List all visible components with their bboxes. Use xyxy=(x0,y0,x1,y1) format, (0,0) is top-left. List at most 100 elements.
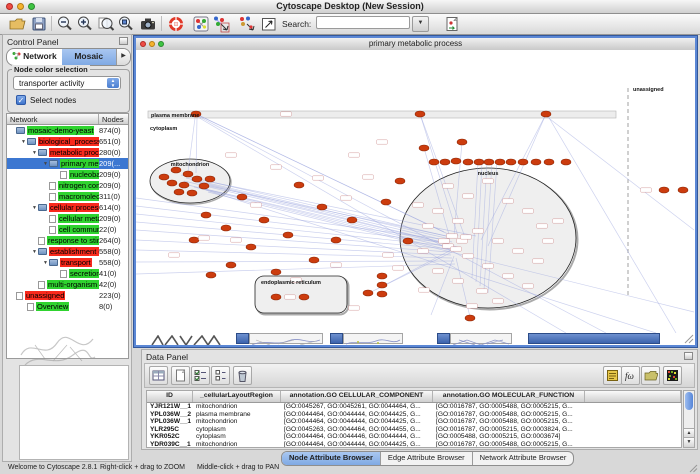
table-cell[interactable]: [GO:0045263, GO:0044464, GO:0044455, G..… xyxy=(281,426,433,434)
network-node[interactable] xyxy=(419,145,429,151)
network-node[interactable] xyxy=(174,189,184,195)
tree-row[interactable]: ▼biological_process651(0) xyxy=(7,136,128,147)
network-node[interactable] xyxy=(309,257,319,263)
tree-row[interactable]: macromolecule311(0) xyxy=(7,191,128,202)
network-node[interactable] xyxy=(159,174,169,180)
table-cell[interactable] xyxy=(585,411,681,419)
resize-grip-icon[interactable] xyxy=(689,464,698,473)
tree-expander-icon[interactable]: ▼ xyxy=(42,260,49,266)
table-row[interactable]: YPL036W__1mitochondrion[GO:0044464, GO:0… xyxy=(147,418,681,426)
table-cell[interactable]: plasma membrane xyxy=(193,411,281,419)
float-panel-icon[interactable] xyxy=(119,37,128,45)
network-node[interactable] xyxy=(495,159,505,165)
table-cell[interactable] xyxy=(585,418,681,426)
table-row[interactable]: YKR052Ccytoplasm[GO:0044464, GO:0044446,… xyxy=(147,433,681,441)
background-window-titlebar[interactable] xyxy=(528,333,660,344)
network-node[interactable] xyxy=(518,159,528,165)
network-node[interactable] xyxy=(484,159,494,165)
import-attributes-icon[interactable] xyxy=(443,15,461,33)
new-attribute-icon[interactable] xyxy=(171,366,190,385)
resize-grip-icon[interactable] xyxy=(684,334,694,344)
select-attributes-icon[interactable] xyxy=(191,366,210,385)
search-input[interactable] xyxy=(316,16,410,29)
table-cell[interactable]: mitochondrion xyxy=(193,441,281,448)
network-node[interactable] xyxy=(206,272,216,278)
network-node[interactable] xyxy=(226,262,236,268)
column-header[interactable]: _cellularLayoutRegion xyxy=(193,391,281,402)
network-node[interactable] xyxy=(463,159,473,165)
table-row[interactable]: YJR121W__1mitochondrion[GO:0045267, GO:0… xyxy=(147,403,681,411)
table-cell[interactable] xyxy=(585,433,681,441)
background-window-thumbnail[interactable] xyxy=(249,333,323,344)
background-window-thumbnail[interactable] xyxy=(450,333,512,344)
network-node[interactable] xyxy=(237,194,247,200)
column-header[interactable]: annotation.GO MOLECULAR_FUNCTION xyxy=(433,391,585,402)
network-node[interactable] xyxy=(199,183,209,189)
table-cell[interactable]: [GO:0016787, GO:0005215, GO:0003824, G..… xyxy=(433,426,585,434)
window-titlebar[interactable]: Cytoscape Desktop (New Session) xyxy=(0,0,700,14)
function-builder-icon[interactable]: fω xyxy=(621,366,640,385)
network-view-window[interactable]: primary metabolic process plasma membran… xyxy=(134,36,697,347)
scrollbar-thumb[interactable] xyxy=(685,392,693,410)
tree-expander-icon[interactable]: ▼ xyxy=(31,249,38,255)
network-node[interactable] xyxy=(403,238,413,244)
table-cell[interactable]: YPL036W__2 xyxy=(147,411,193,419)
tree-row[interactable]: ▼transport558(0) xyxy=(7,257,128,268)
table-cell[interactable]: [GO:0044464, GO:0044444, GO:0044425, G..… xyxy=(281,411,433,419)
network-node[interactable] xyxy=(221,225,231,231)
table-cell[interactable]: [GO:0045267, GO:0045261, GO:0044464, G..… xyxy=(281,403,433,411)
table-cell[interactable]: cytoplasm xyxy=(193,426,281,434)
table-cell[interactable] xyxy=(585,426,681,434)
network-node[interactable] xyxy=(246,244,256,250)
network-node[interactable] xyxy=(659,187,669,193)
node-color-dropdown[interactable]: transporter activity ▲▼ xyxy=(13,76,121,90)
tree-row[interactable]: nitrogen compo209(0) xyxy=(7,180,128,191)
table-cell[interactable]: [GO:0016787, GO:0005488, GO:0005215, G..… xyxy=(433,411,585,419)
tree-row[interactable]: secretion41(0) xyxy=(7,268,128,279)
network-node[interactable] xyxy=(377,273,387,279)
table-row[interactable]: YPL036W__2plasma membrane[GO:0044464, GO… xyxy=(147,411,681,419)
table-cell[interactable]: [GO:0016787, GO:0005488, GO:0005215, G..… xyxy=(433,418,585,426)
table-row[interactable]: YDR039C__1mitochondrion[GO:0044464, GO:0… xyxy=(147,441,681,448)
network-node[interactable] xyxy=(317,204,327,210)
import-table-icon[interactable] xyxy=(641,366,660,385)
table-cell[interactable]: [GO:0016787, GO:0005488, GO:0005215, G..… xyxy=(433,441,585,448)
select-nodes-checkbox[interactable]: ✓ xyxy=(16,95,26,105)
network-node[interactable] xyxy=(283,232,293,238)
table-cell[interactable]: [GO:0044464, GO:0044444, GO:0044425, G..… xyxy=(281,418,433,426)
tab-network[interactable]: Network xyxy=(7,49,62,65)
table-cell[interactable]: [GO:0016787, GO:0005488, GO:0005215, G..… xyxy=(433,403,585,411)
tab-overflow-arrow-icon[interactable]: ▶ xyxy=(116,49,130,65)
tree-expander-icon[interactable]: ▼ xyxy=(31,205,38,211)
network-node[interactable] xyxy=(561,159,571,165)
network-node[interactable] xyxy=(363,290,373,296)
network-node[interactable] xyxy=(271,294,281,300)
zoom-out-icon[interactable] xyxy=(56,15,74,33)
table-row[interactable]: YLR295Ccytoplasm[GO:0045263, GO:0044464,… xyxy=(147,426,681,434)
network-node[interactable] xyxy=(299,294,309,300)
network-node[interactable] xyxy=(544,159,554,165)
tree-expander-icon[interactable]: ▼ xyxy=(42,161,49,167)
network-node[interactable] xyxy=(183,171,193,177)
tree-expander-icon[interactable]: ▼ xyxy=(20,139,27,145)
network-node[interactable] xyxy=(271,269,281,275)
tree-row[interactable]: cellular metabol209(0) xyxy=(7,213,128,224)
apply-layout-icon[interactable] xyxy=(212,15,230,33)
tree-row[interactable]: cell communicat22(0) xyxy=(7,224,128,235)
tree-header-nodes[interactable]: Nodes xyxy=(99,114,124,124)
network-node[interactable] xyxy=(179,182,189,188)
background-window-titlebar[interactable] xyxy=(236,333,249,344)
network-node[interactable] xyxy=(377,282,387,288)
tree-row[interactable]: nucleobase-209(0) xyxy=(7,169,128,180)
network-node[interactable] xyxy=(506,159,516,165)
attribute-table-icon[interactable] xyxy=(149,366,168,385)
tree-row[interactable]: ▼cellular process614(0) xyxy=(7,202,128,213)
table-cell[interactable] xyxy=(585,441,681,448)
network-node[interactable] xyxy=(381,199,391,205)
network-node[interactable] xyxy=(259,217,269,223)
table-cell[interactable]: mitochondrion xyxy=(193,403,281,411)
tree-row[interactable]: ▼metabolic process280(0) xyxy=(7,147,128,158)
float-panel-icon[interactable] xyxy=(684,352,693,360)
table-cell[interactable]: [GO:0044464, GO:0044444, GO:0044425, G..… xyxy=(281,441,433,448)
table-cell[interactable]: [GO:0005488, GO:0005215, GO:0003674] xyxy=(433,433,585,441)
